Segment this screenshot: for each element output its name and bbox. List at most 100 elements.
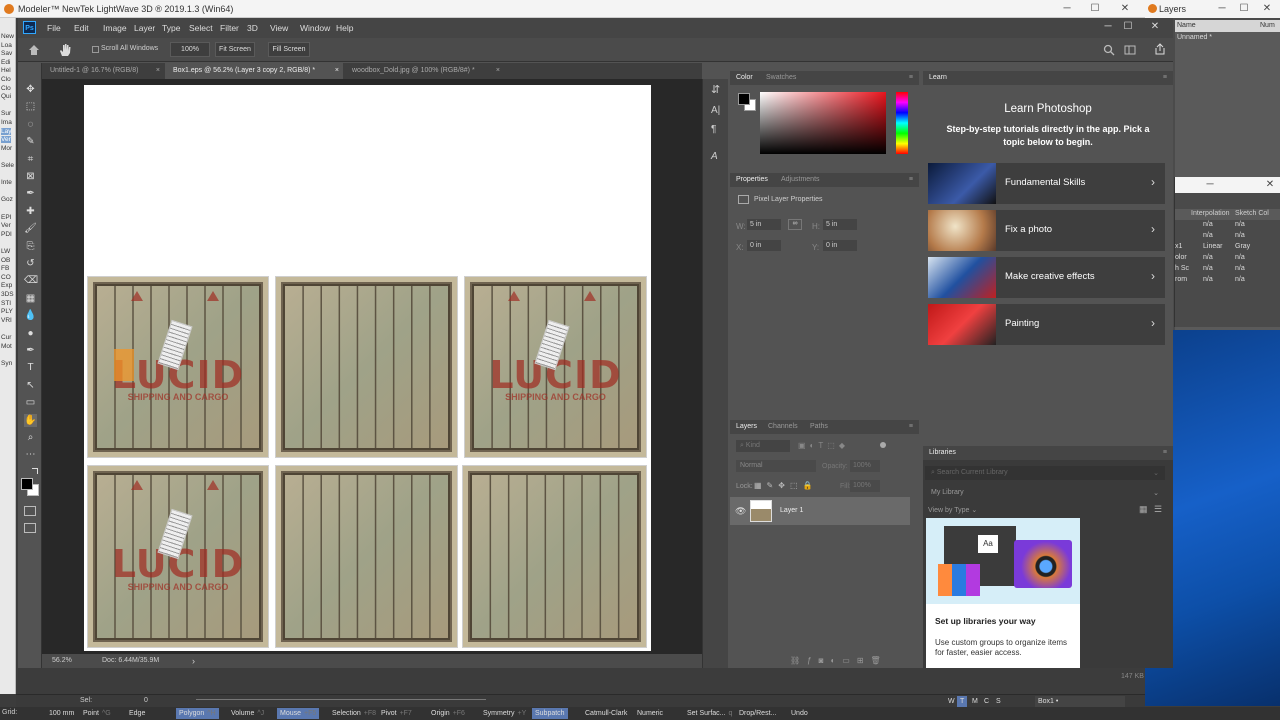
document-tab[interactable]: woodbox_Dold.jpg @ 100% (RGB/8#) * × bbox=[344, 63, 504, 79]
modeler-menu-item[interactable]: STI bbox=[1, 300, 11, 307]
mini-table-row[interactable]: h Sc n/a n/a bbox=[1175, 265, 1280, 275]
link-icon[interactable]: ∞ bbox=[788, 219, 802, 230]
modeler-menu-item[interactable]: Clo bbox=[1, 76, 11, 83]
toolbar-button[interactable]: Symmetry +Y bbox=[480, 708, 529, 719]
modeler-menu-item[interactable]: Mot bbox=[1, 343, 12, 350]
history-icon[interactable]: ⇵ bbox=[711, 83, 720, 96]
close-button[interactable]: ✕ bbox=[1260, 3, 1274, 15]
quick-mask-icon[interactable] bbox=[24, 506, 36, 516]
modeler-menu-item[interactable]: Qui bbox=[1, 93, 11, 100]
fit-screen-button[interactable]: Fit Screen bbox=[215, 42, 255, 57]
modeler-menu-item[interactable]: Exp bbox=[1, 282, 12, 289]
height-field[interactable]: 5 in bbox=[823, 219, 857, 230]
minimize-button[interactable]: ─ bbox=[1215, 3, 1229, 15]
modeler-menu-item[interactable]: Sele bbox=[1, 162, 14, 169]
toolbar-button[interactable]: Catmull-Clark bbox=[582, 708, 630, 719]
scroll-all-checkbox[interactable] bbox=[92, 46, 99, 53]
history-brush-tool-icon[interactable]: ↺ bbox=[24, 257, 37, 270]
modeler-menu-item[interactable]: Cur bbox=[1, 334, 11, 341]
toolbar-button[interactable]: Origin +F6 bbox=[428, 708, 468, 719]
toolbar-button[interactable]: Edge bbox=[126, 708, 148, 719]
menu-help[interactable]: Help bbox=[336, 23, 353, 33]
toolbar-button[interactable]: Selection +F8 bbox=[329, 708, 379, 719]
chevron-right-icon[interactable]: › bbox=[1151, 269, 1155, 283]
move-tool-icon[interactable]: ✥ bbox=[24, 83, 37, 96]
toolbar-button[interactable]: Volume ^J bbox=[228, 708, 267, 719]
modeler-menu-item[interactable]: Edi bbox=[1, 59, 10, 66]
close-icon[interactable]: × bbox=[156, 63, 160, 79]
lock-icons[interactable]: ▦✎✥⬚🔒 bbox=[754, 481, 824, 491]
opacity-field[interactable]: 100% bbox=[850, 460, 880, 472]
brush-tool-icon[interactable]: 🖌 bbox=[24, 222, 37, 235]
panel-menu-icon[interactable]: ≡ bbox=[909, 176, 913, 183]
eraser-tool-icon[interactable]: ⌫ bbox=[24, 274, 38, 287]
learn-card[interactable]: Fundamental Skills › bbox=[928, 163, 1165, 204]
modeler-menu-item[interactable]: Clo bbox=[1, 85, 11, 92]
healing-tool-icon[interactable]: ✚ bbox=[24, 205, 37, 218]
modeler-menu-item[interactable]: OB bbox=[1, 257, 10, 264]
width-field[interactable]: 5 in bbox=[747, 219, 781, 230]
panel-menu-icon[interactable]: ≡ bbox=[1163, 74, 1167, 81]
glyphs-icon[interactable]: A bbox=[711, 151, 718, 162]
menu-3d[interactable]: 3D bbox=[247, 23, 258, 33]
tab-layers[interactable]: Layers bbox=[736, 423, 757, 430]
tab-learn[interactable]: Learn bbox=[929, 74, 947, 81]
hue-slider[interactable] bbox=[896, 92, 908, 154]
layer-row-unnamed[interactable]: Unnamed * bbox=[1177, 34, 1212, 41]
quick-select-tool-icon[interactable]: ✎ bbox=[24, 135, 37, 148]
chevron-right-icon[interactable]: › bbox=[1151, 316, 1155, 330]
close-button[interactable]: ✕ bbox=[1118, 3, 1132, 15]
tab-properties[interactable]: Properties bbox=[736, 176, 768, 183]
gradient-tool-icon[interactable]: ▦ bbox=[24, 292, 37, 305]
maximize-button[interactable]: ☐ bbox=[1237, 3, 1251, 15]
maximize-button[interactable]: ☐ bbox=[1121, 21, 1135, 33]
modeler-menu-item[interactable]: PDI bbox=[1, 231, 12, 238]
document-tab[interactable]: Untitled-1 @ 16.7% (RGB/8) × bbox=[42, 63, 164, 79]
menu-edit[interactable]: Edit bbox=[74, 23, 89, 33]
document-canvas[interactable]: LUCID SHIPPING AND CARGO LUCID SHIPPING AND… bbox=[84, 85, 651, 651]
chevron-right-icon[interactable]: › bbox=[1151, 175, 1155, 189]
modeler-menu-item[interactable]: Hel bbox=[1, 67, 11, 74]
zoom-tool-icon[interactable]: ⌕ bbox=[24, 431, 37, 444]
modeler-menu-item[interactable]: 3DS bbox=[1, 291, 14, 298]
document-tab[interactable]: Box1.eps @ 56.2% (Layer 3 copy 2, RGB/8)… bbox=[165, 63, 343, 79]
layer-name[interactable]: Layer 1 bbox=[780, 507, 803, 514]
maximize-button[interactable]: ☐ bbox=[1088, 3, 1102, 15]
foreground-color-chip[interactable] bbox=[21, 478, 33, 490]
lasso-tool-icon[interactable]: ◌ bbox=[24, 118, 37, 131]
panel-menu-icon[interactable]: ≡ bbox=[909, 423, 913, 430]
blend-mode-select[interactable]: Normal bbox=[736, 460, 816, 472]
chevron-down-icon[interactable]: ⌄ bbox=[1153, 469, 1159, 477]
minimize-button[interactable]: ─ bbox=[1101, 21, 1115, 33]
tab-swatches[interactable]: Swatches bbox=[766, 74, 796, 81]
frame-tool-icon[interactable]: ⊠ bbox=[24, 170, 37, 183]
more-tool-icon[interactable]: ⋯ bbox=[24, 448, 37, 461]
modeler-menu-item[interactable]: PLY bbox=[1, 308, 13, 315]
layer-actions[interactable]: ⛓ƒ◙◐▭⊞🗑 bbox=[790, 656, 915, 666]
modeler-menu-item[interactable]: Syn bbox=[1, 360, 12, 367]
modeler-menu-item[interactable]: Goz bbox=[1, 196, 13, 203]
learn-card[interactable]: Painting › bbox=[928, 304, 1165, 345]
list-view-icon[interactable]: ☰ bbox=[1154, 504, 1162, 515]
modeler-menu-item[interactable]: FB bbox=[1, 265, 9, 272]
visibility-eye-icon[interactable]: 👁 bbox=[735, 506, 746, 517]
menu-window[interactable]: Window bbox=[300, 23, 330, 33]
menu-image[interactable]: Image bbox=[103, 23, 127, 33]
view-button[interactable]: S bbox=[993, 696, 1004, 707]
tab-color[interactable]: Color bbox=[736, 74, 753, 81]
modeler-menu-item[interactable]: Lay bbox=[1, 127, 12, 135]
home-icon[interactable] bbox=[28, 44, 40, 56]
eyedropper-tool-icon[interactable]: ✒ bbox=[24, 187, 37, 200]
mini-table-row[interactable]: n/a n/a bbox=[1175, 221, 1280, 231]
col-name[interactable]: Name bbox=[1177, 22, 1196, 29]
panel-menu-icon[interactable]: ≡ bbox=[909, 74, 913, 81]
character-icon[interactable]: A| bbox=[711, 105, 720, 116]
share-icon[interactable] bbox=[1154, 43, 1166, 55]
filter-toggle-icon[interactable] bbox=[880, 442, 886, 448]
tab-channels[interactable]: Channels bbox=[768, 423, 798, 430]
mini-table-row[interactable]: olor n/a n/a bbox=[1175, 254, 1280, 264]
chevron-right-icon[interactable]: › bbox=[1151, 222, 1155, 236]
pen-tool-icon[interactable]: ✒ bbox=[24, 344, 37, 357]
modeler-menu-item[interactable]: Sav bbox=[1, 50, 12, 57]
panel-menu-icon[interactable]: ≡ bbox=[1163, 449, 1167, 456]
